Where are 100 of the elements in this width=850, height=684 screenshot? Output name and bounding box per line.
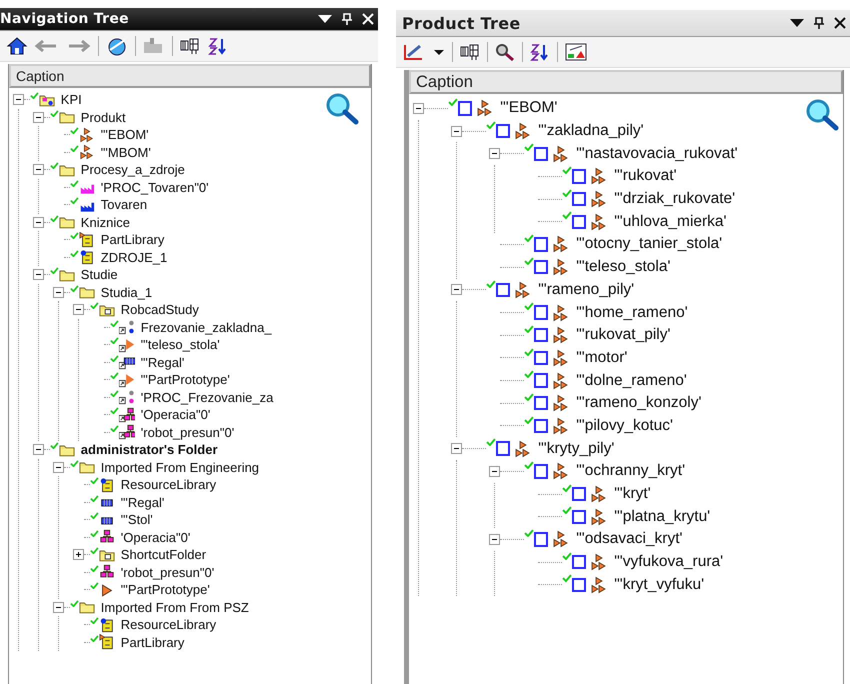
tree-item-label[interactable]: "'PartPrototype' <box>120 582 210 598</box>
collapse-toggle[interactable] <box>33 112 44 123</box>
tree-item-label[interactable]: "'rameno_pily' <box>538 280 634 299</box>
tree-item-label[interactable]: "'uhlova_mierka' <box>614 212 727 231</box>
dropdown-caret-icon[interactable] <box>790 19 804 27</box>
collapse-toggle[interactable] <box>489 148 500 160</box>
tree-item-label[interactable]: "'MBOM' <box>100 144 151 160</box>
collapse-toggle[interactable] <box>33 269 44 280</box>
collapse-toggle[interactable] <box>73 304 84 316</box>
tree-item-label[interactable]: ZDROJE_1 <box>100 250 168 265</box>
column-header[interactable]: Caption <box>409 70 843 94</box>
checkbox[interactable] <box>496 282 510 298</box>
tree-item-label[interactable]: "'odsavaci_kryt' <box>576 530 682 548</box>
tree-item-label[interactable]: "'PartPrototype' <box>140 372 230 388</box>
tree-item-label[interactable]: 'PROC_Frezovanie_za <box>140 390 274 405</box>
tree-item-label[interactable]: ResourceLibrary <box>120 617 216 632</box>
tree-item-label[interactable]: Imported From From PSZ <box>100 600 249 615</box>
tree-item-label[interactable]: "'platna_krytu' <box>614 508 710 526</box>
tree-item-label[interactable]: 'robot_presun"0' <box>140 424 234 440</box>
tree-item-label[interactable]: "'motor' <box>576 348 628 367</box>
collapse-toggle[interactable] <box>489 466 500 477</box>
pin-icon[interactable] <box>814 17 824 29</box>
tree-item-label[interactable]: PartLibrary <box>120 634 184 650</box>
collapse-toggle[interactable] <box>33 444 44 456</box>
collapse-toggle[interactable] <box>53 602 64 613</box>
checkbox[interactable] <box>534 328 548 342</box>
tree-item-label[interactable]: "'nastavovacia_rukovat' <box>576 144 738 163</box>
tree-item-label[interactable]: administrator's Folder <box>80 442 218 458</box>
tree-item-label[interactable]: "'teleso_stola' <box>140 337 220 352</box>
tree-item-label[interactable]: "'drziak_rukovate' <box>614 190 736 208</box>
tree-item-label[interactable]: "'kryt' <box>614 485 651 504</box>
tree-item-label[interactable]: Procesy_a_zdroje <box>80 162 185 178</box>
collapse-toggle[interactable] <box>489 534 500 545</box>
collapse-toggle[interactable] <box>451 126 462 137</box>
tree-item-label[interactable]: "'Regal' <box>140 354 184 370</box>
checkbox[interactable] <box>534 418 548 434</box>
checkbox[interactable] <box>534 464 548 479</box>
collapse-toggle[interactable] <box>53 462 64 473</box>
tree-item-label[interactable]: RobcadStudy <box>120 302 199 318</box>
checkbox[interactable] <box>458 101 472 116</box>
expand-toggle[interactable] <box>73 549 84 560</box>
tree-item-label[interactable]: Tovaren <box>100 197 148 212</box>
collapse-toggle[interactable] <box>413 102 424 114</box>
checkbox[interactable] <box>572 486 586 502</box>
tree-item-label[interactable]: Studia_1 <box>100 284 152 300</box>
search-icon[interactable] <box>494 42 516 62</box>
collapse-toggle[interactable] <box>33 216 44 228</box>
tree-item-label[interactable]: "'rukovat_pily' <box>576 326 670 344</box>
checkbox[interactable] <box>496 441 510 456</box>
checkbox[interactable] <box>534 396 548 410</box>
checkbox[interactable] <box>534 373 548 388</box>
collapse-toggle[interactable] <box>451 284 462 296</box>
checkbox[interactable] <box>534 237 548 252</box>
dropdown-caret-icon[interactable] <box>318 15 332 23</box>
search-icon[interactable] <box>325 92 359 126</box>
collapse-toggle[interactable] <box>53 286 64 298</box>
tree-item-label[interactable]: "'dolne_rameno' <box>576 372 687 390</box>
tree-item-label[interactable]: ShortcutFolder <box>120 547 206 562</box>
checkbox[interactable] <box>534 146 548 161</box>
checkbox[interactable] <box>572 192 586 206</box>
checkbox[interactable] <box>572 169 586 184</box>
tree-item-label[interactable]: "'pilovy_kotuc' <box>576 416 673 435</box>
tree-item-label[interactable]: Produkt <box>80 110 126 125</box>
tree-item-label[interactable]: PartLibrary <box>100 232 164 248</box>
checkbox[interactable] <box>572 510 586 524</box>
checkbox[interactable] <box>534 350 548 366</box>
chart-icon[interactable] <box>564 42 588 62</box>
checkbox[interactable] <box>572 214 586 229</box>
tree-item-label[interactable]: "'EBOM' <box>500 99 558 118</box>
checkbox[interactable] <box>496 124 510 138</box>
tree-item-label[interactable]: "'rukovat' <box>614 167 677 186</box>
checkbox[interactable] <box>572 578 586 592</box>
collapse-toggle[interactable] <box>13 94 24 106</box>
tree-item-label[interactable]: 'Operacia"0' <box>140 407 210 422</box>
tree-item-label[interactable]: Frezovanie_zakladna_ <box>140 320 272 335</box>
tree-item-label[interactable]: "'ochranny_kryt' <box>576 462 686 480</box>
tree-item-label[interactable]: "'Regal' <box>120 494 164 510</box>
tree-item-label[interactable]: "'teleso_stola' <box>576 258 670 276</box>
search-icon[interactable] <box>805 98 839 132</box>
checkbox[interactable] <box>534 532 548 547</box>
columns-icon[interactable] <box>179 36 201 56</box>
columns-icon[interactable] <box>459 42 481 62</box>
tree-item-label[interactable]: "'home_rameno' <box>576 304 688 322</box>
tree-item-label[interactable]: KPI <box>60 92 82 108</box>
checkbox[interactable] <box>534 260 548 274</box>
tree-item-label[interactable]: "'Stol' <box>120 512 153 528</box>
tree-item-label[interactable]: Studie <box>80 267 118 282</box>
tree-item-label[interactable]: Imported From Engineering <box>100 460 260 475</box>
tree-item-label[interactable]: 'robot_presun"0' <box>120 564 214 580</box>
tree-item-label[interactable]: "'vyfukova_rura' <box>614 553 724 572</box>
checkbox[interactable] <box>572 554 586 570</box>
tree-item-label[interactable]: "'zakladna_pily' <box>538 122 644 140</box>
tree-item-label[interactable]: Kniznice <box>80 214 130 230</box>
tree-item-label[interactable]: "'rameno_konzoly' <box>576 394 702 412</box>
tree-item-label[interactable]: ResourceLibrary <box>120 477 216 492</box>
tree-item-label[interactable]: 'PROC_Tovaren"0' <box>100 180 209 195</box>
tree-item-label[interactable]: 'Operacia"0' <box>120 530 190 545</box>
collapse-toggle[interactable] <box>451 443 462 454</box>
tree-item-label[interactable]: "'kryty_pily' <box>538 440 614 458</box>
tree-item-label[interactable]: "'EBOM' <box>100 127 149 142</box>
